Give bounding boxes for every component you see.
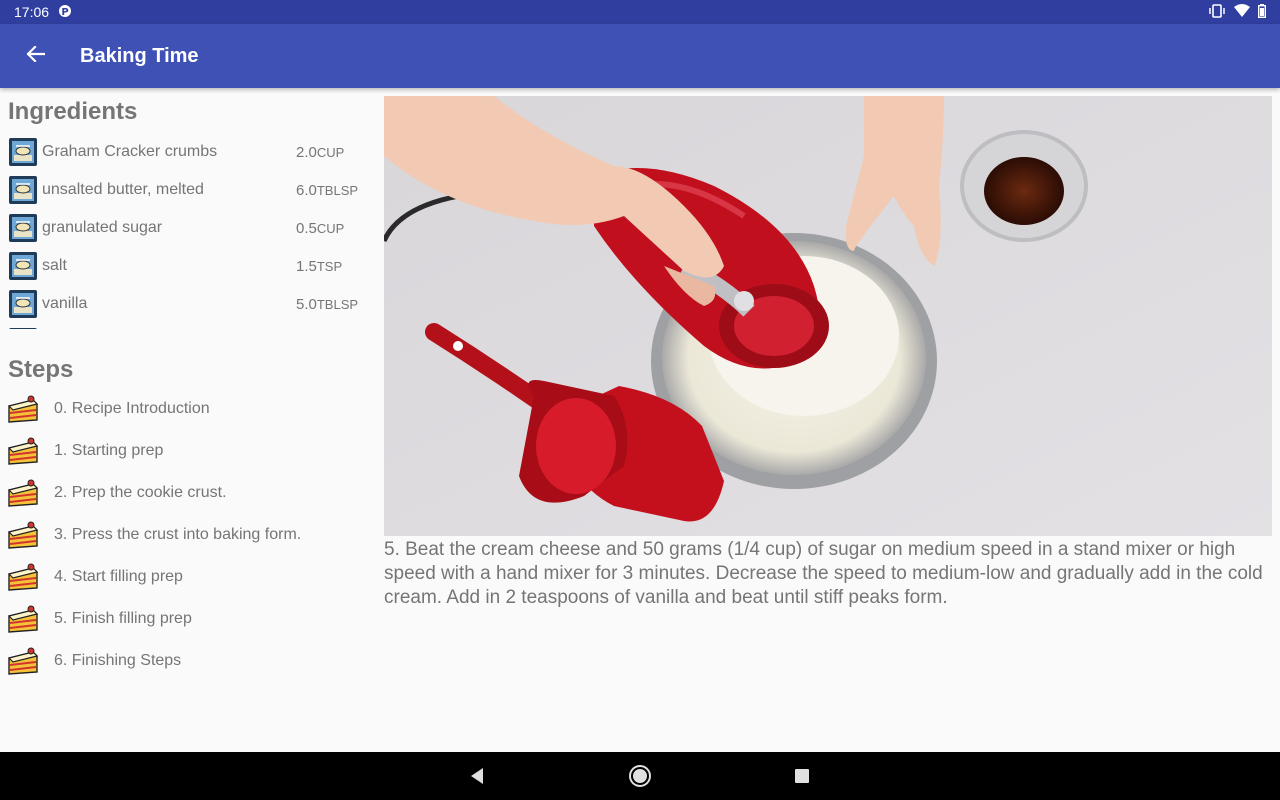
cake-slice-icon: [7, 562, 39, 592]
cake-slice-icon: [7, 604, 39, 634]
navigation-bar: [0, 752, 1280, 800]
video-frame: [384, 96, 1272, 536]
battery-icon: [1257, 3, 1266, 21]
quantity-value: 0.5: [296, 219, 317, 237]
cake-slice-icon: [7, 646, 39, 676]
step-item[interactable]: 3. Press the crust into baking form.: [0, 514, 376, 556]
home-circle-icon[interactable]: [628, 764, 652, 788]
app-title: Baking Time: [80, 44, 199, 67]
ingredient-row: Graham Cracker crumbs 2.0CUP: [0, 133, 376, 171]
step-item[interactable]: 6. Finishing Steps: [0, 640, 376, 682]
screen: 17:06 P Baking Time Ingredients Graham C…: [0, 0, 1280, 800]
ingredient-name: granulated sugar: [42, 219, 163, 236]
ingredient-quantity: 2.0CUP: [296, 144, 344, 161]
ingredient-row-partial: [0, 323, 376, 329]
cake-slice-icon: [7, 436, 39, 466]
ingredient-name: salt: [42, 257, 67, 274]
cake-slice-icon: [7, 394, 39, 424]
ingredient-row: vanilla 5.0TBLSP: [0, 285, 376, 323]
ingredient-quantity: 1.5TSP: [296, 258, 342, 275]
vibrate-icon: [1208, 3, 1226, 21]
quantity-value: 1.5: [296, 257, 317, 275]
step-label: 0. Recipe Introduction: [54, 400, 210, 417]
step-item[interactable]: 2. Prep the cookie crust.: [0, 472, 376, 514]
step-label: 3. Press the crust into baking form.: [54, 526, 302, 543]
quantity-unit: TBLSP: [316, 182, 359, 198]
back-button[interactable]: [0, 24, 72, 88]
ingredient-name: vanilla: [42, 295, 88, 312]
quantity-value: 6.0: [296, 181, 317, 199]
quantity-unit: CUP: [316, 220, 345, 236]
cookbook-icon: [8, 251, 38, 281]
ingredients-list[interactable]: Graham Cracker crumbs 2.0CUP unsalted bu…: [0, 133, 376, 329]
ingredient-quantity: 0.5CUP: [296, 220, 344, 237]
step-label: 1. Starting prep: [54, 442, 164, 459]
cake-slice-icon: [7, 520, 39, 550]
step-item[interactable]: 5. Finish filling prep: [0, 598, 376, 640]
ingredients-title: Ingredients: [8, 98, 138, 125]
cookbook-icon: [8, 327, 38, 329]
steps-list: 0. Recipe Introduction 1. Starting prep …: [0, 388, 376, 682]
ingredient-row: granulated sugar 0.5CUP: [0, 209, 376, 247]
status-bar: 17:06 P: [0, 0, 1280, 24]
status-time: 17:06: [14, 4, 50, 20]
back-triangle-icon[interactable]: [466, 764, 490, 788]
steps-title: Steps: [8, 356, 74, 383]
ingredient-name: Graham Cracker crumbs: [42, 143, 218, 160]
cake-slice-icon: [7, 478, 39, 508]
cookbook-icon: [8, 175, 38, 205]
recents-square-icon[interactable]: [790, 764, 814, 788]
step-item[interactable]: 0. Recipe Introduction: [0, 388, 376, 430]
step-item[interactable]: 1. Starting prep: [0, 430, 376, 472]
arrow-back-icon: [26, 44, 46, 67]
quantity-unit: TSP: [316, 258, 343, 274]
p-icon: P: [59, 4, 72, 21]
quantity-value: 5.0: [296, 295, 317, 313]
recipe-sidebar: Ingredients Graham Cracker crumbs 2.0CUP…: [0, 88, 376, 752]
app-bar: Baking Time: [0, 24, 1280, 88]
quantity-value: 2.0: [296, 143, 317, 161]
step-label: 6. Finishing Steps: [54, 652, 182, 669]
wifi-icon: [1234, 3, 1250, 21]
ingredient-row: salt 1.5TSP: [0, 247, 376, 285]
quantity-unit: TBLSP: [316, 296, 359, 312]
cookbook-icon: [8, 289, 38, 319]
cookbook-icon: [8, 213, 38, 243]
ingredient-name: unsalted butter, melted: [42, 181, 204, 198]
ingredient-quantity: 5.0TBLSP: [296, 296, 358, 313]
step-label: 2. Prep the cookie crust.: [54, 484, 227, 501]
step-description: 5. Beat the cream cheese and 50 grams (1…: [384, 539, 1263, 608]
step-label: 5. Finish filling prep: [54, 610, 192, 627]
ingredient-quantity: 6.0TBLSP: [296, 182, 358, 199]
video-player[interactable]: [384, 96, 1272, 536]
step-item[interactable]: 4. Start filling prep: [0, 556, 376, 598]
step-label: 4. Start filling prep: [54, 568, 183, 585]
cookbook-icon: [8, 137, 38, 167]
ingredient-row: unsalted butter, melted 6.0TBLSP: [0, 171, 376, 209]
svg-text:P: P: [61, 7, 68, 18]
quantity-unit: CUP: [316, 144, 345, 160]
